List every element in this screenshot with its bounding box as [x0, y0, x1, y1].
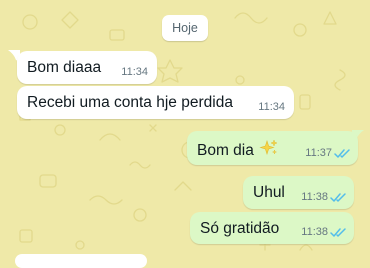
- message-time: 11:38: [301, 191, 328, 203]
- message-time: 11:34: [258, 101, 285, 113]
- message-time: 11:34: [121, 66, 148, 78]
- message-bubble-incoming-partial[interactable]: [15, 254, 147, 268]
- read-receipt-icon: [330, 193, 346, 202]
- read-receipt-icon: [330, 228, 346, 237]
- message-bubble-outgoing[interactable]: Só gratidão 11:38: [190, 212, 354, 244]
- read-receipt-icon: [334, 149, 350, 158]
- message-bubble-incoming[interactable]: Bom diaaa 11:34: [17, 51, 157, 84]
- chat-area[interactable]: Hoje Bom diaaa 11:34 Recebi uma conta hj…: [0, 0, 370, 268]
- message-time: 11:37: [305, 147, 332, 159]
- message-bubble-outgoing[interactable]: Uhul 11:38: [243, 176, 354, 209]
- date-separator: Hoje: [162, 15, 208, 41]
- message-text: Recebi uma conta hje perdida: [27, 94, 233, 111]
- message-text: Só gratidão: [200, 220, 280, 237]
- sparkles-icon: [259, 139, 278, 155]
- message-text: Bom dia: [197, 139, 279, 160]
- message-time: 11:38: [301, 226, 328, 238]
- message-text: Bom diaaa: [27, 59, 102, 76]
- message-text: Uhul: [253, 184, 285, 201]
- message-bubble-incoming[interactable]: Recebi uma conta hje perdida 11:34: [17, 86, 294, 119]
- message-bubble-outgoing[interactable]: Bom dia 11:37: [187, 131, 358, 165]
